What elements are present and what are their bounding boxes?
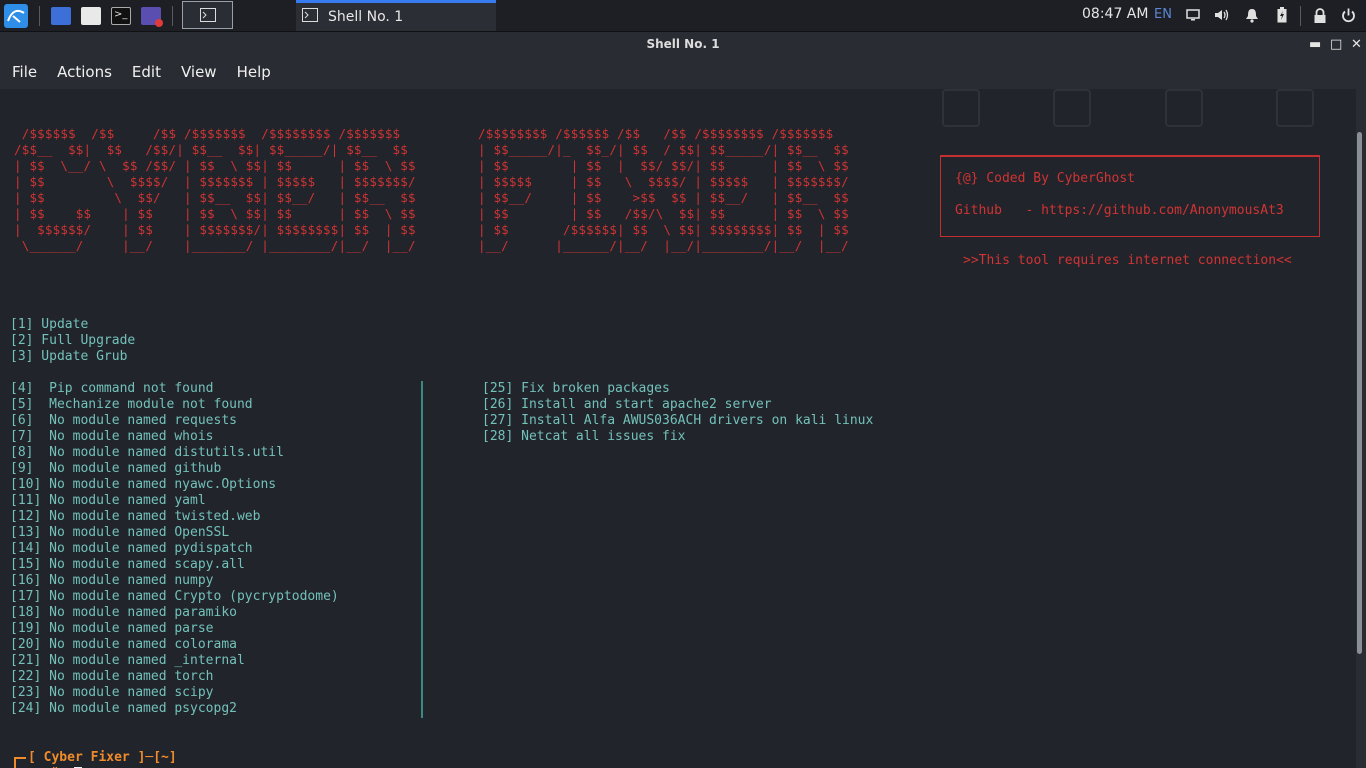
menu-view[interactable]: View bbox=[181, 63, 217, 81]
menu-option: [7] No module named whois bbox=[10, 429, 214, 444]
terminal-window: Shell No. 1 ▬ □ ✕ File Actions Edit View… bbox=[0, 32, 1366, 768]
scrollbar[interactable] bbox=[1357, 132, 1362, 654]
clock[interactable]: 08:47 AM bbox=[1082, 6, 1148, 22]
menu-file[interactable]: File bbox=[12, 63, 37, 81]
menu-option: [16] No module named numpy bbox=[10, 573, 214, 588]
notification-icon[interactable] bbox=[1244, 7, 1260, 23]
menu-option: [13] No module named OpenSSL bbox=[10, 525, 230, 540]
panel-separator bbox=[39, 6, 40, 26]
menu-option: [11] No module named yaml bbox=[10, 493, 206, 508]
panel-separator bbox=[172, 6, 173, 26]
menu-option: [8] No module named distutils.util bbox=[10, 445, 284, 460]
menu-edit[interactable]: Edit bbox=[132, 63, 161, 81]
menu-option: [27] Install Alfa AWUS036ACH drivers on … bbox=[482, 413, 874, 428]
menu-option: [5] Mechanize module not found bbox=[10, 397, 253, 412]
file-manager-icon[interactable] bbox=[78, 0, 104, 31]
desktop-ghost-icon bbox=[942, 89, 980, 127]
menu-option: [24] No module named psycopg2 bbox=[10, 701, 237, 716]
keyboard-layout[interactable]: EN bbox=[1154, 7, 1172, 22]
maximize-button[interactable]: □ bbox=[1330, 32, 1342, 57]
terminal-window-icon bbox=[302, 8, 318, 26]
desktop-ghost-icon bbox=[1276, 89, 1314, 127]
lock-icon[interactable] bbox=[1312, 7, 1328, 23]
panel-separator bbox=[1300, 6, 1301, 26]
terminal-icon[interactable]: >_ bbox=[108, 0, 134, 31]
terminal-task-icon[interactable] bbox=[182, 1, 233, 29]
info-box: {@} Coded By CyberGhost Github - https:/… bbox=[940, 155, 1320, 237]
power-icon[interactable] bbox=[1340, 7, 1356, 23]
taskbar-window-title: Shell No. 1 bbox=[328, 9, 404, 25]
credit-text: {@} Coded By CyberGhost bbox=[955, 171, 1136, 186]
menu-option: [22] No module named torch bbox=[10, 669, 214, 684]
menu-option: [17] No module named Crypto (pycryptodom… bbox=[10, 589, 339, 604]
ascii-banner-fixer: /$$$$$$$$ /$$$$$$ /$$ /$$ /$$$$$$$$ /$$$… bbox=[478, 126, 849, 253]
menu-option: [20] No module named colorama bbox=[10, 637, 237, 652]
menu-option: [10] No module named nyawc.Options bbox=[10, 477, 277, 492]
top-panel: >_ Shell No. 1 08:47 AM EN bbox=[0, 0, 1366, 32]
menu-option: [1] Update bbox=[10, 317, 89, 332]
internet-note: >>This tool requires internet connection… bbox=[963, 253, 1292, 268]
minimize-button[interactable]: ▬ bbox=[1309, 32, 1321, 57]
menu-option: [21] No module named _internal bbox=[10, 653, 245, 668]
menu-option: [3] Update Grub bbox=[10, 349, 128, 364]
menu-option: [12] No module named twisted.web bbox=[10, 509, 261, 524]
menu-option: [2] Full Upgrade bbox=[10, 333, 136, 348]
github-text: Github - https://github.com/AnonymousAt3 bbox=[955, 203, 1284, 218]
desktop-ghost-icon bbox=[1165, 89, 1203, 127]
menu-option: [25] Fix broken packages bbox=[482, 381, 670, 396]
column-divider bbox=[421, 381, 423, 718]
workspace-icon[interactable] bbox=[48, 0, 74, 31]
menu-option: [6] No module named requests bbox=[10, 413, 237, 428]
window-titlebar[interactable]: Shell No. 1 ▬ □ ✕ bbox=[0, 32, 1366, 57]
close-button[interactable]: ✕ bbox=[1351, 32, 1362, 57]
menu-bar: File Actions Edit View Help bbox=[0, 57, 1366, 87]
menu-option: [23] No module named scipy bbox=[10, 685, 214, 700]
menu-option: [18] No module named paramiko bbox=[10, 605, 237, 620]
menu-option: [19] No module named parse bbox=[10, 621, 214, 636]
volume-icon[interactable] bbox=[1214, 7, 1230, 23]
menu-option: [15] No module named scapy.all bbox=[10, 557, 245, 572]
prompt-label: [ Cyber Fixer ]─[~] bbox=[28, 750, 177, 765]
battery-icon[interactable] bbox=[1274, 7, 1290, 23]
menu-help[interactable]: Help bbox=[237, 63, 271, 81]
menu-option: [4] Pip command not found bbox=[10, 381, 214, 396]
menu-actions[interactable]: Actions bbox=[57, 63, 112, 81]
menu-option: [28] Netcat all issues fix bbox=[482, 429, 686, 444]
menu-option: [26] Install and start apache2 server bbox=[482, 397, 772, 412]
screen-recorder-icon[interactable] bbox=[138, 0, 164, 31]
menu-option: [9] No module named github bbox=[10, 461, 222, 476]
window-title: Shell No. 1 bbox=[646, 37, 720, 51]
taskbar-window-shell[interactable]: Shell No. 1 bbox=[296, 0, 496, 31]
display-icon[interactable] bbox=[1185, 7, 1201, 23]
desktop-ghost-icon bbox=[1053, 89, 1091, 127]
ascii-banner-cyber: /$$$$$$ /$$ /$$ /$$$$$$$ /$$$$$$$$ /$$$$… bbox=[14, 126, 416, 253]
kali-menu-icon[interactable] bbox=[2, 0, 30, 31]
menu-option: [14] No module named pydispatch bbox=[10, 541, 253, 556]
terminal-output[interactable]: /$$$$$$ /$$ /$$ /$$$$$$$ /$$$$$$$$ /$$$$… bbox=[0, 89, 1356, 768]
prompt-bracket bbox=[14, 757, 16, 768]
